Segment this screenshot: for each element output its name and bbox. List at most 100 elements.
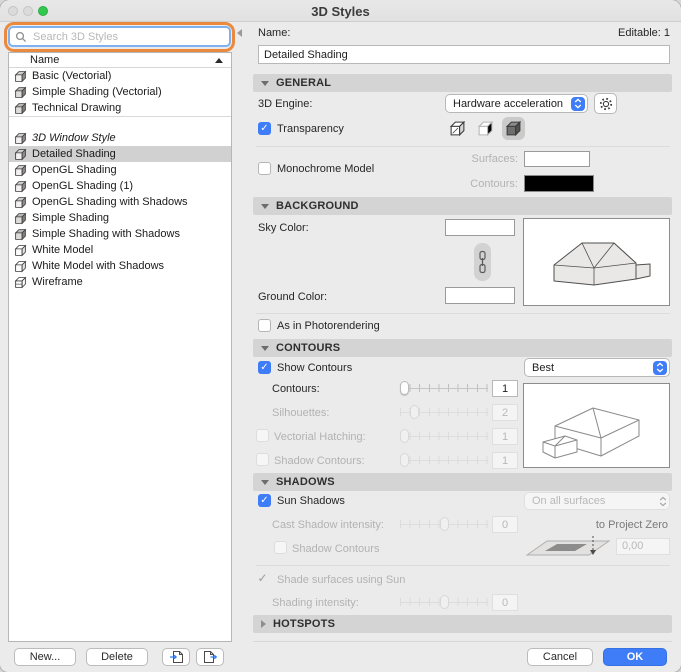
engine-label: 3D Engine: — [258, 98, 313, 110]
shadow-contours-checkbox — [256, 453, 269, 466]
divider — [256, 565, 670, 566]
list-item[interactable]: Technical Drawing — [9, 100, 231, 116]
sun-shadows-label: Sun Shadows — [277, 495, 345, 507]
silhouettes-row-label: Silhouettes: — [272, 407, 330, 419]
style-icon — [14, 180, 27, 193]
dropdown-stepper-icon — [653, 360, 667, 375]
section-hotspots[interactable]: HOTSPOTS — [253, 615, 672, 633]
contours-slider[interactable] — [400, 381, 488, 395]
list-item[interactable]: 3D Window Style — [9, 130, 231, 146]
ground-color-swatch[interactable] — [445, 287, 515, 304]
list-item[interactable]: OpenGL Shading with Shadows — [9, 194, 231, 210]
section-general-label: GENERAL — [276, 77, 332, 89]
list-item-label: Wireframe — [32, 276, 83, 288]
monochrome-label: Monochrome Model — [277, 163, 375, 175]
list-item-label: OpenGL Shading with Shadows — [32, 196, 188, 208]
collapse-triangle-icon — [261, 80, 269, 86]
list-item-selected[interactable]: Detailed Shading — [9, 146, 231, 162]
style-icon — [14, 70, 27, 83]
link-colors-button[interactable] — [474, 243, 491, 281]
section-shadows[interactable]: SHADOWS — [253, 473, 672, 491]
sort-ascending-icon — [215, 57, 223, 63]
transparency-label: Transparency — [277, 123, 344, 135]
styles-list: Name Basic (Vectorial) Simple Shading (V… — [8, 52, 232, 642]
list-group-separator — [9, 116, 231, 130]
surfaces-color-swatch[interactable] — [524, 151, 590, 167]
ground-color-label: Ground Color: — [258, 291, 328, 303]
monochrome-checkbox[interactable] — [258, 162, 271, 175]
export-styles-button[interactable] — [196, 648, 224, 666]
divider — [256, 146, 670, 147]
engine-dropdown[interactable]: Hardware acceleration — [445, 94, 588, 113]
list-item[interactable]: OpenGL Shading (1) — [9, 178, 231, 194]
section-general[interactable]: GENERAL — [253, 74, 672, 92]
search-input[interactable] — [31, 29, 224, 44]
style-icon — [14, 260, 27, 273]
transparency-checkbox[interactable]: ✓ — [258, 122, 271, 135]
collapse-pane-icon[interactable] — [237, 29, 242, 37]
list-column-header[interactable]: Name — [9, 53, 231, 68]
cast-shadow-value: 0 — [492, 516, 518, 533]
shadow-plane-icon — [525, 536, 611, 556]
shade-surfaces-checkbox: ✓ — [257, 571, 268, 585]
ok-button[interactable]: OK — [603, 648, 667, 666]
contours-color-swatch[interactable] — [524, 175, 594, 192]
list-item[interactable]: Simple Shading — [9, 210, 231, 226]
list-item[interactable]: Wireframe — [9, 274, 231, 290]
sky-color-label: Sky Color: — [258, 222, 309, 234]
chain-link-icon — [479, 250, 486, 274]
contours-preview — [523, 383, 670, 468]
shadow-contours-slider — [400, 453, 488, 467]
shadow-contours-toggle-checkbox — [274, 541, 287, 554]
house-preview-image — [553, 242, 650, 286]
dropdown-stepper-icon — [571, 96, 585, 111]
engine-settings-button[interactable] — [594, 93, 617, 114]
list-item[interactable]: Basic (Vectorial) — [9, 68, 231, 84]
expand-triangle-icon — [261, 620, 266, 628]
contour-quality-dropdown[interactable]: Best — [524, 358, 670, 377]
list-item-label: OpenGL Shading (1) — [32, 180, 134, 192]
new-button[interactable]: New... — [14, 648, 76, 666]
transparency-mode-wireframe-icon[interactable] — [446, 117, 469, 140]
show-contours-label: Show Contours — [277, 362, 353, 374]
section-contours[interactable]: CONTOURS — [253, 339, 672, 357]
new-button-label: New... — [29, 651, 61, 663]
shading-intensity-slider — [400, 595, 488, 609]
list-item[interactable]: White Model — [9, 242, 231, 258]
list-item[interactable]: Simple Shading with Shadows — [9, 226, 231, 242]
section-shadows-label: SHADOWS — [276, 476, 335, 488]
photorendering-checkbox[interactable] — [258, 319, 271, 332]
shadow-altitude-field: 0,00 — [616, 538, 670, 555]
style-icon — [14, 212, 27, 225]
style-icon — [14, 164, 27, 177]
style-icon — [14, 148, 27, 161]
list-item-label: Technical Drawing — [32, 102, 122, 114]
shadow-contours-value: 1 — [492, 452, 518, 469]
section-hotspots-label: HOTSPOTS — [273, 618, 336, 630]
footer-divider — [253, 641, 672, 642]
show-contours-checkbox[interactable]: ✓ — [258, 361, 271, 374]
list-item-label: Simple Shading — [32, 212, 110, 224]
list-item[interactable]: White Model with Shadows — [9, 258, 231, 274]
style-icon — [14, 86, 27, 99]
gear-icon — [599, 97, 612, 110]
ok-button-label: OK — [626, 651, 644, 663]
search-field[interactable] — [8, 26, 231, 47]
style-name-input[interactable] — [258, 45, 670, 64]
delete-button[interactable]: Delete — [86, 648, 148, 666]
cancel-button[interactable]: Cancel — [527, 648, 593, 666]
delete-button-label: Delete — [101, 651, 133, 663]
transparency-mode-light-icon[interactable] — [474, 117, 497, 140]
collapse-triangle-icon — [261, 345, 269, 351]
sun-shadows-checkbox[interactable]: ✓ — [258, 494, 271, 507]
vectorial-hatching-slider — [400, 429, 488, 443]
silhouettes-slider — [400, 405, 488, 419]
section-background[interactable]: BACKGROUND — [253, 197, 672, 215]
contours-value[interactable]: 1 — [492, 380, 518, 397]
sky-color-swatch[interactable] — [445, 219, 515, 236]
list-item[interactable]: Simple Shading (Vectorial) — [9, 84, 231, 100]
list-item[interactable]: OpenGL Shading — [9, 162, 231, 178]
import-styles-button[interactable] — [162, 648, 190, 666]
3d-styles-dialog: 3D Styles Name Basic (Vectorial) Simple … — [0, 0, 681, 672]
transparency-mode-solid-icon[interactable] — [502, 117, 525, 140]
